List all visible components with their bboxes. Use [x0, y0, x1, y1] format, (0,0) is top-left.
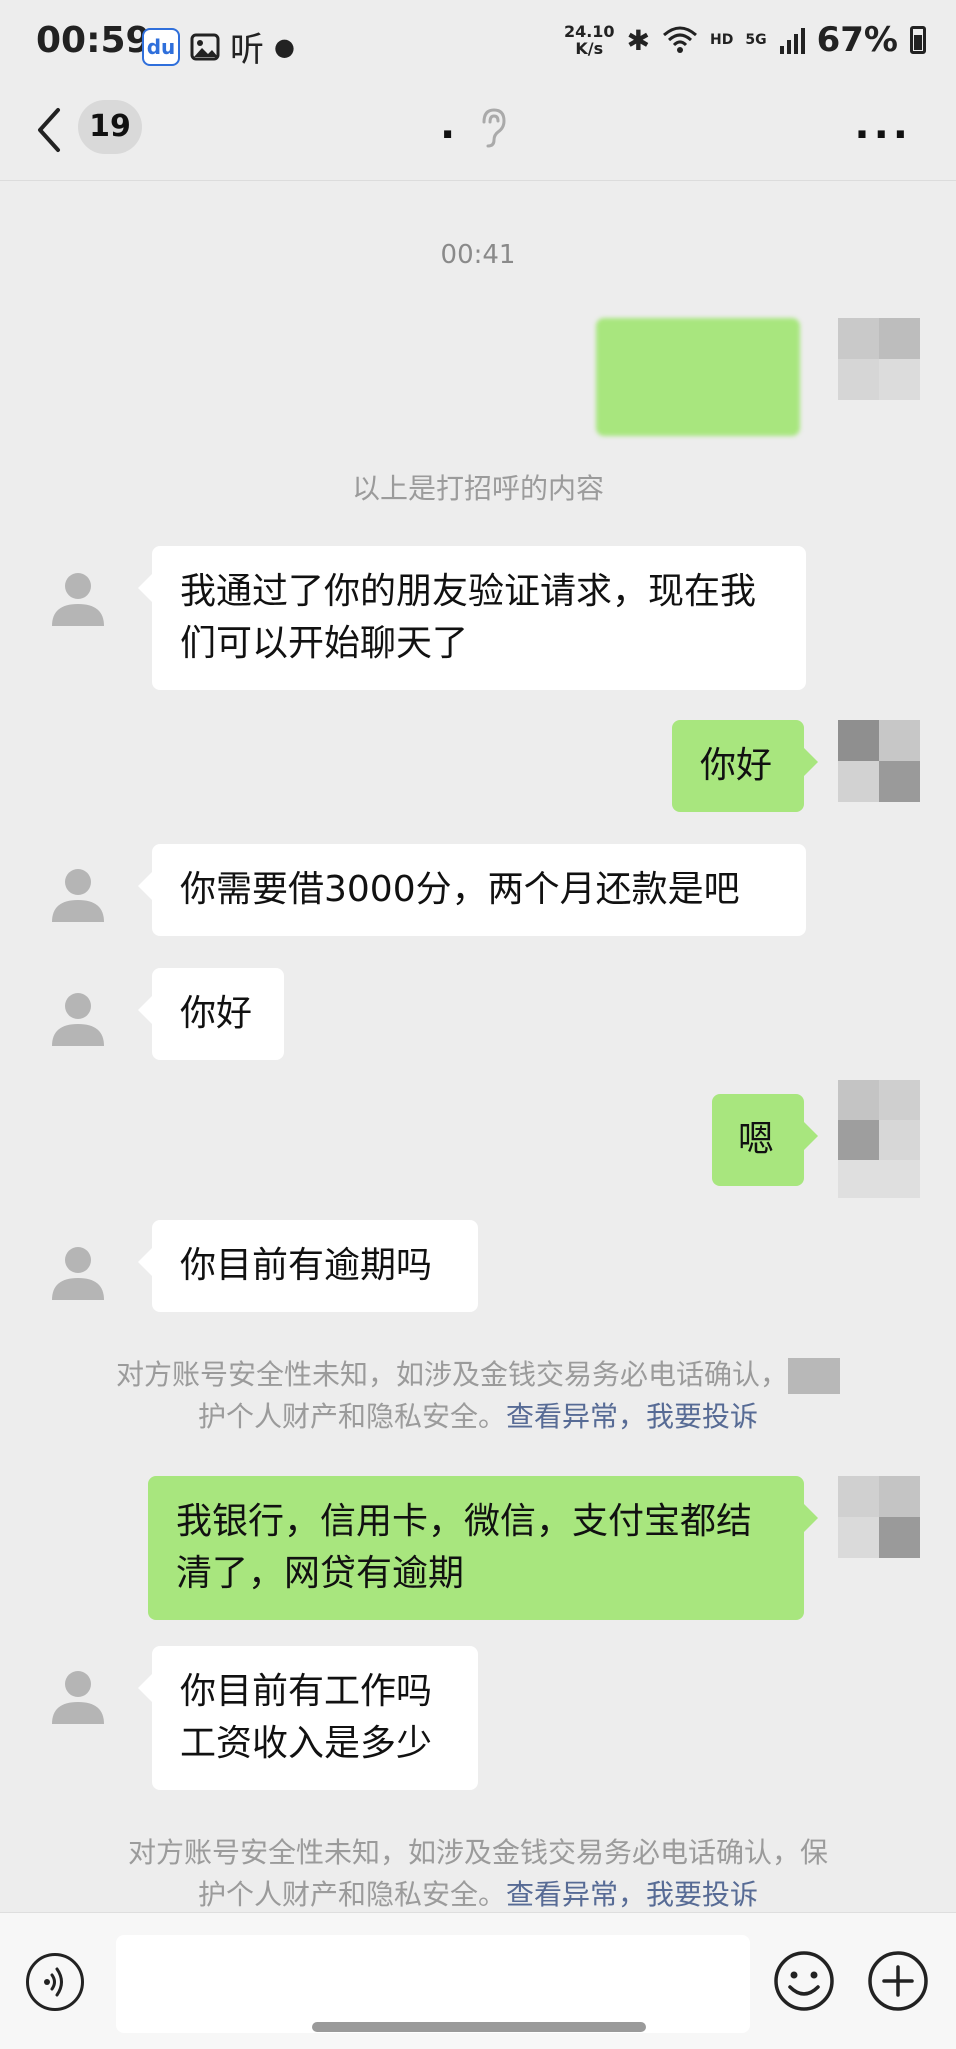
default-avatar-icon[interactable]: [46, 1240, 110, 1304]
default-avatar-icon[interactable]: [46, 862, 110, 926]
message-input[interactable]: [116, 1935, 750, 2033]
more-dots-icon[interactable]: ···: [854, 112, 912, 158]
back-button[interactable]: [30, 102, 80, 158]
net-speed: 24.10 K/s: [563, 22, 615, 58]
message-bubble[interactable]: 你目前有工作吗 工资收入是多少: [138, 1646, 478, 1790]
message-bubble[interactable]: 你需要借3000分，两个月还款是吧: [138, 844, 806, 936]
ear-icon: [482, 108, 506, 148]
message-bubble[interactable]: 你好: [138, 968, 284, 1060]
self-avatar[interactable]: [838, 1476, 920, 1558]
greeting-note: 以上是打招呼的内容: [351, 472, 604, 505]
message-bubble-self[interactable]: 我银行，信用卡，微信，支付宝都结 清了，网贷有逾期: [148, 1476, 818, 1620]
default-avatar-icon[interactable]: [46, 1664, 110, 1728]
default-avatar-icon[interactable]: [46, 566, 110, 630]
view-abnormal-link[interactable]: 查看异常: [506, 1878, 618, 1911]
chevron-left-icon: [38, 108, 60, 152]
status-bar: 00:59 du 听 ● 24.10 K/s ✱ HD 5G 67%: [0, 0, 956, 84]
message-bubble[interactable]: 你目前有逾期吗: [138, 1220, 478, 1312]
home-indicator[interactable]: [312, 2022, 646, 2032]
security-warning: 对方账号安全性未知，如涉及金钱交易务必电话确认，保 护个人财产和隐私安全。查看异…: [127, 1836, 828, 1911]
self-avatar[interactable]: [838, 1080, 920, 1198]
baidu-app-icon: du: [142, 27, 180, 66]
hd-label: HD: [710, 32, 734, 48]
report-link[interactable]: 我要投诉: [646, 1400, 758, 1433]
voice-icon: [44, 1967, 63, 1997]
image-icon: [190, 33, 220, 60]
listen-icon: 听: [230, 30, 264, 70]
security-warning: 对方账号安全性未知，如涉及金钱交易务必电话确认， 护个人财产和隐私安全。查看异常…: [0, 1354, 956, 1438]
message-bubble-self[interactable]: 嗯: [712, 1094, 818, 1186]
status-left-icons: du 听 ●: [142, 22, 295, 71]
message-bubble[interactable]: 我通过了你的朋友验证请求，现在我 们可以开始聊天了: [138, 546, 806, 690]
view-abnormal-link[interactable]: 查看异常: [506, 1400, 618, 1433]
battery-percent: 67%: [816, 20, 898, 60]
report-link[interactable]: 我要投诉: [646, 1878, 758, 1911]
wifi-icon: [663, 26, 698, 53]
dot-icon: ●: [274, 32, 295, 61]
message-bubble-self[interactable]: 你好: [672, 720, 818, 812]
bluetooth-icon: ✱: [626, 23, 651, 57]
message-timestamp: 00:41: [440, 240, 516, 270]
five-g-label: 5G: [745, 32, 767, 48]
plus-icon[interactable]: [866, 1949, 930, 2013]
self-avatar[interactable]: [838, 318, 920, 400]
self-avatar[interactable]: [838, 720, 920, 802]
emoji-icon[interactable]: [772, 1949, 836, 2013]
chat-header: 19 . ···: [0, 84, 956, 181]
signal-icon: [779, 28, 805, 54]
battery-icon: [910, 26, 926, 54]
voice-button[interactable]: [26, 1953, 84, 2011]
unread-count-badge[interactable]: 19: [78, 100, 142, 154]
blurred-greeting-bubble: [596, 318, 800, 436]
status-right-icons: 24.10 K/s ✱ HD 5G 67%: [564, 20, 926, 60]
chat-title: .: [440, 102, 456, 148]
status-time: 00:59: [36, 20, 151, 61]
default-avatar-icon[interactable]: [46, 986, 110, 1050]
blurred-text: [788, 1358, 840, 1394]
